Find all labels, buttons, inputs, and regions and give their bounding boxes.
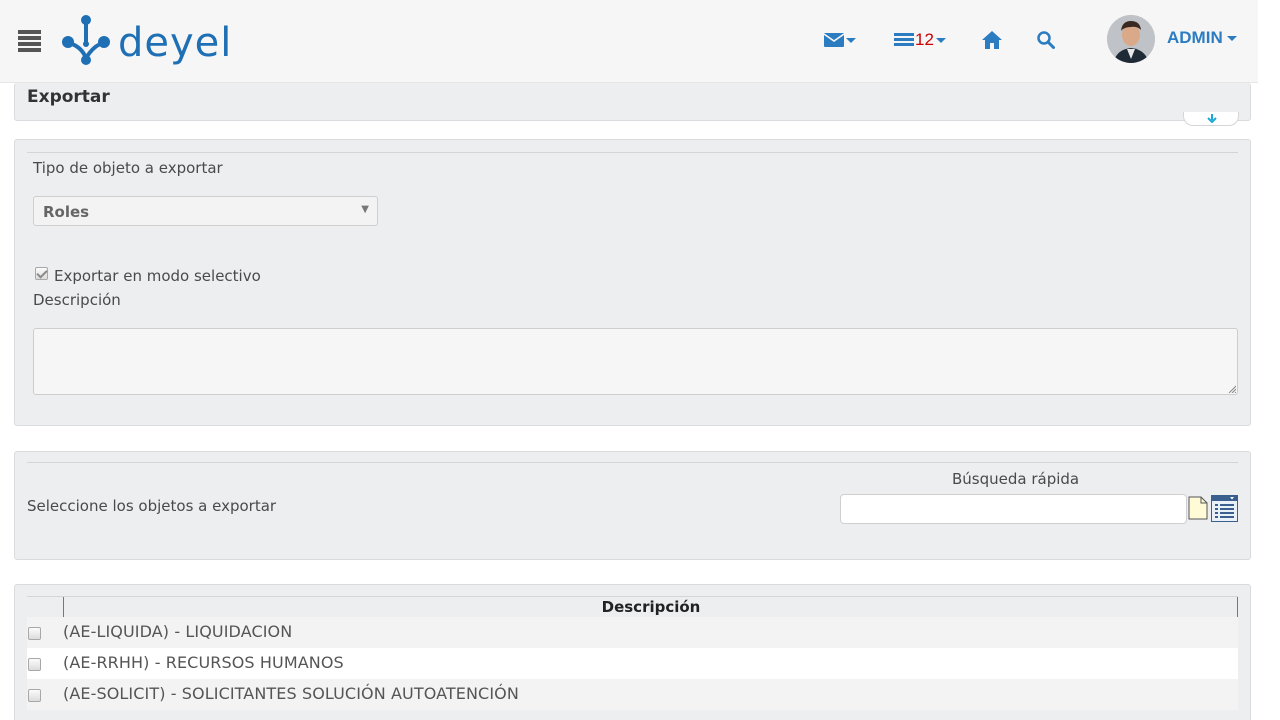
object-type-value: Roles [43,203,90,221]
messages-menu[interactable] [824,27,856,53]
row-description: (AE-LIQUIDA) - LIQUIDACION [63,622,293,641]
description-label: Descripción [33,291,121,309]
top-bar: deyel 12 ADMIN [0,0,1258,83]
quick-search-label: Búsqueda rápida [952,470,1080,488]
tasks-count-badge: 12 [915,30,934,49]
selective-mode-label: Exportar en modo selectivo [54,267,261,285]
list-view-icon[interactable] [1211,495,1238,522]
table-header: Descripción [27,596,1238,617]
export-form-panel: Tipo de objeto a exportar Roles ▼ Export… [14,139,1251,426]
chevron-down-icon [846,37,856,43]
select-objects-label: Seleccione los objetos a exportar [27,497,277,515]
new-document-icon[interactable] [1188,496,1208,520]
envelope-icon [824,33,844,47]
divider [27,462,1238,463]
svg-text:deyel: deyel [118,20,232,66]
user-menu[interactable]: ADMIN [1167,28,1237,48]
collapse-toggle[interactable] [1183,112,1239,126]
tasks-list-icon [894,33,914,46]
page-title-panel: Exportar [14,83,1251,121]
table-row[interactable]: (AE-SOLICIT) - SOLICITANTES SOLUCIÓN AUT… [27,679,1238,710]
search-icon [1037,31,1055,49]
chevron-down-icon [1226,35,1237,41]
hamburger-menu-icon[interactable] [18,30,41,52]
home-button[interactable] [982,27,1002,53]
object-type-select[interactable]: Roles ▼ [33,196,378,226]
page-title: Exportar [27,87,110,107]
table-row[interactable]: (AE-LIQUIDA) - LIQUIDACION [27,617,1238,648]
chevron-down-icon [935,37,946,43]
object-type-label: Tipo de objeto a exportar [33,159,223,177]
resize-grip-icon[interactable] [1228,385,1236,393]
row-checkbox[interactable] [28,658,41,671]
search-button[interactable] [1037,27,1055,53]
row-description: (AE-RRHH) - RECURSOS HUMANOS [63,653,344,672]
selective-mode-checkbox[interactable] [35,267,48,280]
selection-panel: Seleccione los objetos a exportar Búsque… [14,451,1251,560]
chevron-down-icon: ▼ [361,204,369,215]
column-header-description[interactable]: Descripción [64,598,1238,616]
tasks-menu[interactable]: 12 [894,27,946,53]
row-checkbox[interactable] [28,627,41,640]
quick-search-input[interactable] [840,494,1187,524]
home-icon [982,31,1002,49]
description-textarea[interactable] [33,328,1238,395]
user-photo-icon [1107,15,1155,63]
deyel-logo[interactable]: deyel [60,14,292,66]
row-description: (AE-SOLICIT) - SOLICITANTES SOLUCIÓN AUT… [63,684,519,703]
divider [27,152,1238,153]
table-row[interactable]: (AE-RRHH) - RECURSOS HUMANOS [27,648,1238,679]
user-name-label: ADMIN [1167,28,1223,47]
user-avatar[interactable] [1107,15,1155,63]
row-checkbox[interactable] [28,689,41,702]
objects-table-panel: Descripción (AE-LIQUIDA) - LIQUIDACION (… [14,584,1251,720]
arrow-down-icon [1207,114,1217,123]
